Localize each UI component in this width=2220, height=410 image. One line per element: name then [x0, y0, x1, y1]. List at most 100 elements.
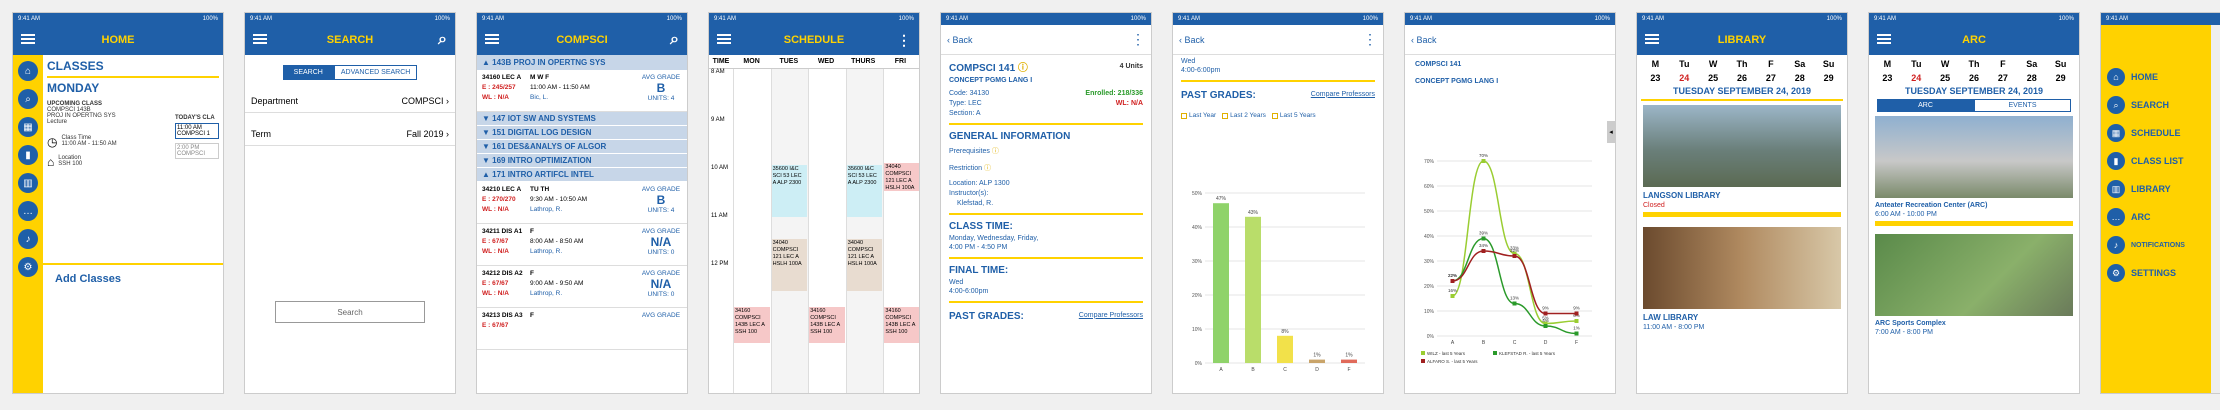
series-point[interactable] [1481, 236, 1486, 241]
class-block[interactable]: 34160 COMPSCI 143B LEC A SSH 100 [884, 307, 919, 343]
info-icon[interactable]: ⓘ [1018, 63, 1028, 74]
menu-item[interactable]: … ARC [2101, 203, 2211, 231]
course-group[interactable]: ▼ 147 IOT SW AND SYSTEMS [477, 112, 687, 126]
bell-icon[interactable]: ♪ [18, 229, 38, 249]
library-name-1[interactable]: LANGSON LIBRARY [1643, 191, 1841, 200]
date-cell[interactable]: 26 [1728, 73, 1757, 83]
home-icon[interactable]: ⌂ [18, 61, 38, 81]
bar-D[interactable] [1309, 359, 1325, 363]
back-button[interactable]: ‹ Back [1179, 35, 1205, 45]
menu-overlay[interactable] [2211, 25, 2220, 393]
tab-advanced-search[interactable]: ADVANCED SEARCH [333, 65, 418, 80]
series-point[interactable] [1512, 254, 1517, 258]
series-point[interactable] [1574, 319, 1579, 323]
course-group[interactable]: ▼ 169 INTRO OPTIMIZATION [477, 154, 687, 168]
period-option[interactable]: Last 2 Years [1222, 112, 1266, 119]
date-cell[interactable]: 27 [1756, 73, 1785, 83]
library-name-2[interactable]: LAW LIBRARY [1643, 313, 1841, 322]
search-button[interactable]: Search [275, 301, 425, 323]
hamburger-icon[interactable] [485, 34, 499, 44]
bar-A[interactable] [1213, 203, 1229, 363]
menu-item[interactable]: ⚙ SETTINGS [2101, 259, 2211, 287]
add-classes-link[interactable]: Add Classes [55, 273, 121, 285]
more-vertical-icon[interactable]: ⋮ [1131, 31, 1145, 48]
today-class-1[interactable]: 11:00 AM COMPSCI 1 [175, 123, 219, 139]
hamburger-icon[interactable] [21, 34, 35, 44]
course-row[interactable]: 34212 DIS A2 E : 67/67 WL : N/A F 9:00 AM - … [477, 266, 687, 308]
hamburger-icon[interactable] [1645, 34, 1659, 44]
series-point[interactable] [1543, 311, 1548, 316]
menu-item[interactable]: ▥ LIBRARY [2101, 175, 2211, 203]
menu-item[interactable]: ▦ SCHEDULE [2101, 119, 2211, 147]
bookmark-icon[interactable]: ▮ [18, 145, 38, 165]
date-cell[interactable]: 25 [1699, 73, 1728, 83]
course-row[interactable]: 34213 DIS A3 E : 67/67 F AVG GRADE [477, 308, 687, 350]
compare-professors-link[interactable]: Compare Professors [1311, 91, 1375, 98]
more-vertical-icon[interactable]: ⋮ [1363, 31, 1377, 48]
date-cell[interactable]: 24 [1902, 73, 1931, 83]
calendar-icon[interactable]: ▦ [18, 117, 38, 137]
date-cell[interactable]: 29 [2046, 73, 2075, 83]
menu-item[interactable]: ⌕ SEARCH [2101, 91, 2211, 119]
hamburger-icon[interactable] [717, 34, 731, 44]
class-block[interactable]: 35600 I&C SCI 53 LEC A ALP 2300 [771, 165, 808, 217]
class-block[interactable]: 35600 I&C SCI 53 LEC A ALP 2300 [846, 165, 883, 217]
course-row[interactable]: 34160 LEC A E : 245/257 WL : N/A M W F 11:00… [477, 70, 687, 112]
place-name-1[interactable]: Anteater Recreation Center (ARC) [1875, 202, 2073, 209]
info-icon[interactable]: ⓘ [984, 165, 991, 172]
hamburger-icon[interactable] [1877, 34, 1891, 44]
date-cell[interactable]: 24 [1670, 73, 1699, 83]
today-class-2[interactable]: 2:00 PM COMPSCI [175, 143, 219, 159]
series-point[interactable] [1543, 324, 1548, 328]
gear-icon[interactable]: ⚙ [18, 257, 38, 277]
checkbox[interactable] [1271, 112, 1278, 119]
course-row[interactable]: 34211 DIS A1 E : 67/67 WL : N/A F 8:00 AM - … [477, 224, 687, 266]
search-icon[interactable]: ⌕ [18, 89, 38, 109]
class-block[interactable]: 34040 COMPSCI 121 LEC A HSLH 100A [846, 239, 883, 291]
info-icon[interactable]: ⓘ [992, 148, 999, 155]
term-select[interactable]: Term Fall 2019 › [245, 123, 455, 146]
series-point[interactable] [1450, 294, 1455, 298]
checkbox[interactable] [1222, 112, 1229, 119]
class-block[interactable]: 34160 COMPSCI 143B LEC A SSH 100 [809, 307, 845, 343]
date-cell[interactable]: 26 [1960, 73, 1989, 83]
bar-C[interactable] [1277, 335, 1293, 363]
compare-professors-link[interactable]: Compare Professors [1079, 312, 1143, 319]
date-cell[interactable]: 25 [1931, 73, 1960, 83]
checkbox[interactable] [1181, 112, 1187, 119]
date-cell[interactable]: 23 [1641, 73, 1670, 83]
date-cell[interactable]: 29 [1814, 73, 1843, 83]
tab-events[interactable]: EVENTS [1974, 99, 2071, 112]
menu-item[interactable]: ♪ NOTIFICATIONS [2101, 231, 2211, 259]
hamburger-icon[interactable] [253, 34, 267, 44]
series-point[interactable] [1574, 331, 1579, 336]
bar-B[interactable] [1245, 216, 1261, 363]
period-option[interactable]: Last 5 Years [1271, 112, 1316, 119]
back-button[interactable]: ‹ Back [1411, 35, 1437, 45]
course-group[interactable]: ▲ 171 INTRO ARTIFCL INTEL [477, 168, 687, 182]
series-point[interactable] [1481, 249, 1486, 253]
search-icon[interactable]: ⌕ [670, 31, 679, 49]
tab-arc[interactable]: ARC [1877, 99, 1974, 112]
tab-search[interactable]: SEARCH [282, 65, 334, 80]
course-group-expanded[interactable]: ▲ 143B PROJ IN OPERTNG SYS [477, 55, 687, 70]
class-block[interactable]: 34040 COMPSCI 121 LEC A HSLH 100A [771, 239, 808, 291]
class-block[interactable]: 34160 COMPSCI 143B LEC A SSH 100 [734, 307, 770, 343]
date-cell[interactable]: 23 [1873, 73, 1902, 83]
series-point[interactable] [1512, 301, 1517, 306]
menu-item[interactable]: ⌂ HOME [2101, 63, 2211, 91]
menu-item[interactable]: ▮ CLASS LIST [2101, 147, 2211, 175]
library-icon[interactable]: ▥ [18, 173, 38, 193]
course-group[interactable]: ▼ 151 DIGITAL LOG DESIGN [477, 126, 687, 140]
more-icon[interactable]: … [18, 201, 38, 221]
series-point[interactable] [1574, 311, 1579, 316]
class-block[interactable]: 34040 COMPSCI 121 LEC A HSLH 100A [884, 163, 919, 191]
period-option[interactable]: Last Year [1181, 112, 1216, 119]
series-point[interactable] [1481, 159, 1486, 163]
bar-F[interactable] [1341, 359, 1357, 363]
back-button[interactable]: ‹ Back [947, 35, 973, 45]
drawer-handle[interactable]: ◂ [1607, 121, 1615, 143]
date-cell[interactable]: 28 [2017, 73, 2046, 83]
place-name-2[interactable]: ARC Sports Complex [1875, 320, 2073, 327]
date-cell[interactable]: 28 [1785, 73, 1814, 83]
